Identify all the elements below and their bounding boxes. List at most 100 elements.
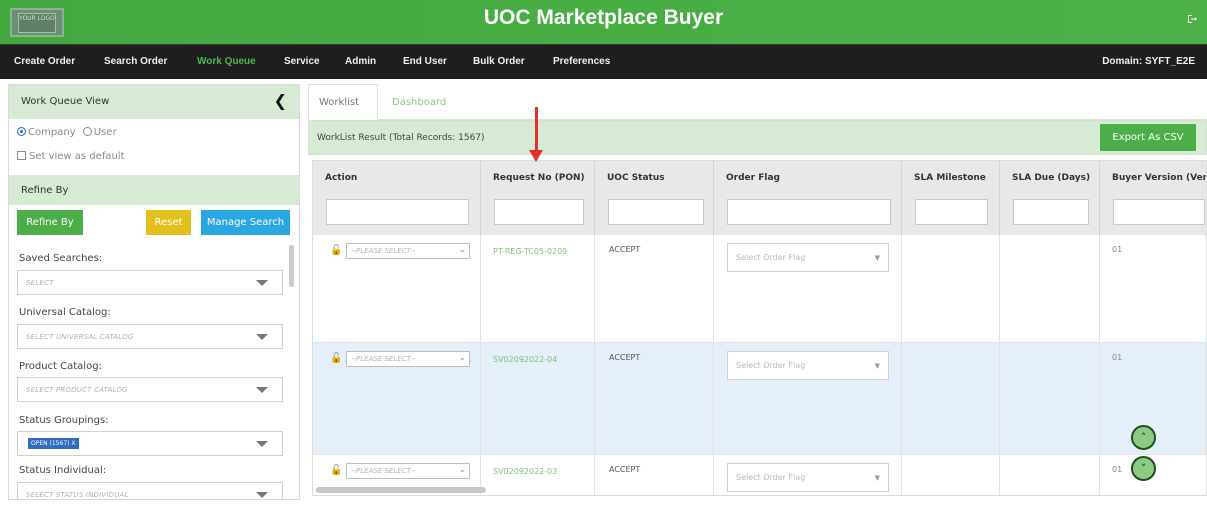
filter-buyer-version-input[interactable] — [1113, 199, 1205, 225]
pon-link[interactable]: SV02092022-03 — [493, 465, 557, 478]
set-default-checkbox[interactable]: Set view as default — [17, 151, 125, 162]
chevron-up-circle-icon[interactable]: ˄ — [1131, 425, 1156, 450]
sidebar-scrollbar[interactable] — [289, 245, 294, 287]
col-order-flag: Order Flag — [714, 161, 902, 235]
nav-preferences[interactable]: Preferences — [553, 56, 610, 67]
chevron-down-circle-icon[interactable]: ˅ — [1131, 456, 1156, 481]
table-row[interactable]: 🔓 --PLEASE SELECT-- ⌄ PT-REG-TC05-0209 A… — [313, 235, 1206, 343]
col-sla-due: SLA Due (Days) — [1000, 161, 1100, 235]
pon-link[interactable]: PT-REG-TC05-0209 — [493, 245, 573, 258]
pon-link[interactable]: SV02092022-04 — [493, 353, 557, 366]
universal-catalog-label: Universal Catalog: — [19, 307, 111, 318]
sla-milestone-cell — [902, 455, 1000, 495]
pon-cell: PT-REG-TC05-0209 — [481, 235, 595, 342]
nav-admin[interactable]: Admin — [345, 56, 376, 67]
unlock-icon[interactable]: 🔓 — [330, 353, 342, 364]
filter-order-flag-input[interactable] — [727, 199, 891, 225]
radio-user[interactable]: User — [82, 127, 117, 138]
sla-due-cell — [1000, 343, 1100, 454]
col-action-label: Action — [325, 173, 358, 183]
chevron-down-icon: ▼ — [874, 254, 880, 262]
saved-searches-select[interactable]: SELECT — [17, 270, 283, 295]
set-default-label: Set view as default — [29, 151, 125, 162]
worklist-result-count: WorkList Result (Total Records: 1567) — [317, 133, 485, 143]
chevron-down-icon — [256, 441, 268, 447]
table-row[interactable]: 🔓 --PLEASE SELECT-- ⌄ SV02092022-04 ACCE… — [313, 343, 1206, 455]
filter-sla-milestone-input[interactable] — [915, 199, 988, 225]
action-select-placeholder: --PLEASE SELECT-- — [351, 355, 415, 363]
nav-end-user[interactable]: End User — [403, 56, 447, 67]
col-sla-milestone-label: SLA Milestone — [914, 173, 986, 183]
status-groupings-select[interactable]: OPEN (1567) X — [17, 431, 283, 456]
annotation-arrow-shaft — [535, 107, 538, 155]
annotation-arrow-head — [529, 150, 543, 162]
table-header: Action Request No (PON) UOC Status Order… — [313, 161, 1207, 235]
unlock-icon[interactable]: 🔓 — [330, 465, 342, 476]
order-flag-select[interactable]: Select Order Flag ▼ — [727, 243, 889, 272]
chevron-down-icon: ⌄ — [458, 465, 466, 475]
col-uoc-status: UOC Status — [595, 161, 714, 235]
filter-action-input[interactable] — [326, 199, 469, 225]
work-queue-sidebar: Work Queue View ❮ Company User Set view … — [8, 84, 300, 500]
set-default-box[interactable] — [17, 151, 26, 160]
universal-catalog-placeholder: SELECT UNIVERSAL CATALOG — [26, 333, 134, 341]
universal-catalog-select[interactable]: SELECT UNIVERSAL CATALOG — [17, 324, 283, 349]
col-uoc-status-label: UOC Status — [607, 173, 665, 183]
chevron-down-icon: ⌄ — [458, 353, 466, 363]
table-horizontal-scrollbar[interactable] — [316, 487, 486, 493]
app-header: YOUR LOGO UOC Marketplace Buyer — [0, 0, 1207, 44]
nav-bulk-order[interactable]: Bulk Order — [473, 56, 525, 67]
product-catalog-select[interactable]: SELECT PRODUCT CATALOG — [17, 377, 283, 402]
main-nav: Create Order Search Order Work Queue Ser… — [0, 44, 1207, 79]
uoc-status: ACCEPT — [609, 353, 641, 362]
chevron-left-icon[interactable]: ❮ — [274, 91, 287, 110]
product-catalog-label: Product Catalog: — [19, 361, 102, 372]
chevron-down-icon: ▼ — [874, 474, 880, 482]
product-catalog-placeholder: SELECT PRODUCT CATALOG — [26, 386, 128, 394]
action-select[interactable]: --PLEASE SELECT-- ⌄ — [346, 351, 470, 367]
order-flag-cell: Select Order Flag ▼ — [714, 343, 902, 454]
radio-company[interactable]: Company — [17, 127, 76, 138]
chevron-down-icon — [256, 334, 268, 340]
col-action: Action — [313, 161, 481, 235]
radio-company-dot[interactable] — [17, 127, 26, 136]
order-flag-select[interactable]: Select Order Flag ▼ — [727, 463, 889, 492]
nav-create-order[interactable]: Create Order — [14, 56, 75, 67]
status-chip-open[interactable]: OPEN (1567) X — [28, 438, 79, 449]
order-flag-cell: Select Order Flag ▼ — [714, 235, 902, 342]
radio-user-label: User — [93, 127, 117, 138]
col-buyer-version-label: Buyer Version (Ver — [1112, 173, 1207, 183]
action-select[interactable]: --PLEASE SELECT-- ⌄ — [346, 463, 470, 479]
tab-worklist[interactable]: Worklist — [308, 84, 378, 120]
export-csv-button[interactable]: Export As CSV — [1100, 124, 1196, 151]
action-cell: 🔓 --PLEASE SELECT-- ⌄ — [313, 235, 481, 342]
chevron-down-icon — [256, 387, 268, 393]
worklist-tabs: Worklist Dashboard — [308, 84, 1207, 120]
manage-search-button[interactable]: Manage Search — [201, 210, 290, 235]
status-individual-select[interactable]: SELECT STATUS INDIVIDUAL — [17, 482, 283, 499]
nav-work-queue[interactable]: Work Queue — [197, 56, 256, 67]
worklist-table: Action Request No (PON) UOC Status Order… — [312, 160, 1207, 496]
filter-pon-input[interactable] — [494, 199, 584, 225]
nav-service[interactable]: Service — [284, 56, 320, 67]
action-select[interactable]: --PLEASE SELECT-- ⌄ — [346, 243, 470, 259]
order-flag-select[interactable]: Select Order Flag ▼ — [727, 351, 889, 380]
app-title: UOC Marketplace Buyer — [483, 6, 724, 29]
view-radio-group: Company User — [17, 127, 117, 138]
reset-button[interactable]: Reset — [146, 210, 191, 235]
radio-company-label: Company — [28, 127, 76, 138]
nav-search-order[interactable]: Search Order — [104, 56, 167, 67]
filter-uoc-status-input[interactable] — [608, 199, 704, 225]
chevron-down-icon: ▼ — [874, 362, 880, 370]
tab-dashboard[interactable]: Dashboard — [382, 84, 456, 120]
refine-by-button[interactable]: Refine By — [17, 210, 83, 235]
sla-milestone-cell — [902, 235, 1000, 342]
action-cell: 🔓 --PLEASE SELECT-- ⌄ — [313, 343, 481, 454]
col-sla-due-label: SLA Due (Days) — [1012, 173, 1091, 183]
radio-user-dot[interactable] — [82, 127, 92, 136]
unlock-icon[interactable]: 🔓 — [330, 245, 342, 256]
refine-by-header: Refine By — [9, 175, 299, 205]
filter-sla-due-input[interactable] — [1013, 199, 1089, 225]
status-groupings-label: Status Groupings: — [19, 415, 109, 426]
logout-icon[interactable] — [1187, 14, 1197, 27]
